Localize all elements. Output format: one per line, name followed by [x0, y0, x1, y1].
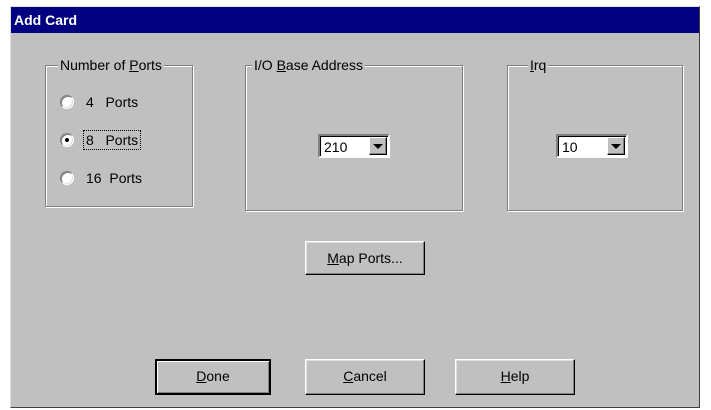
irq-select[interactable]: 10: [556, 134, 628, 158]
io-base-address-legend: I/O Base Address: [252, 57, 365, 73]
add-card-dialog: Add Card Number of Ports 4 Ports 8 Ports…: [10, 6, 700, 408]
done-button[interactable]: Done: [155, 359, 271, 395]
radio-8-ports[interactable]: 8 Ports: [60, 130, 142, 150]
cancel-button[interactable]: Cancel: [305, 359, 425, 395]
radio-16-ports[interactable]: 16 Ports: [60, 168, 144, 188]
radio-button-icon[interactable]: [60, 171, 74, 185]
radio-4-ports-label: 4 Ports: [86, 94, 139, 110]
radio-16-ports-label: 16 Ports: [86, 170, 143, 186]
dialog-title: Add Card: [14, 12, 77, 28]
irq-group: Irq 10: [507, 57, 683, 211]
number-of-ports-legend: Number of Ports: [58, 57, 164, 73]
radio-button-checked-icon[interactable]: [60, 133, 74, 147]
io-base-address-group: I/O Base Address 210: [245, 57, 463, 211]
io-base-address-value: 210: [324, 139, 348, 155]
irq-legend: Irq: [528, 57, 549, 73]
map-ports-button[interactable]: Map Ports...: [305, 241, 425, 275]
help-button[interactable]: Help: [455, 359, 575, 395]
number-of-ports-group: Number of Ports 4 Ports 8 Ports 16 Ports: [45, 57, 193, 207]
radio-8-ports-label: 8 Ports: [82, 130, 142, 150]
radio-4-ports[interactable]: 4 Ports: [60, 92, 140, 112]
chevron-down-icon[interactable]: [607, 137, 625, 155]
radio-button-icon[interactable]: [60, 95, 74, 109]
irq-value: 10: [562, 139, 578, 155]
chevron-down-icon[interactable]: [369, 137, 387, 155]
dialog-title-bar[interactable]: Add Card: [11, 7, 699, 33]
io-base-address-select[interactable]: 210: [318, 134, 390, 158]
